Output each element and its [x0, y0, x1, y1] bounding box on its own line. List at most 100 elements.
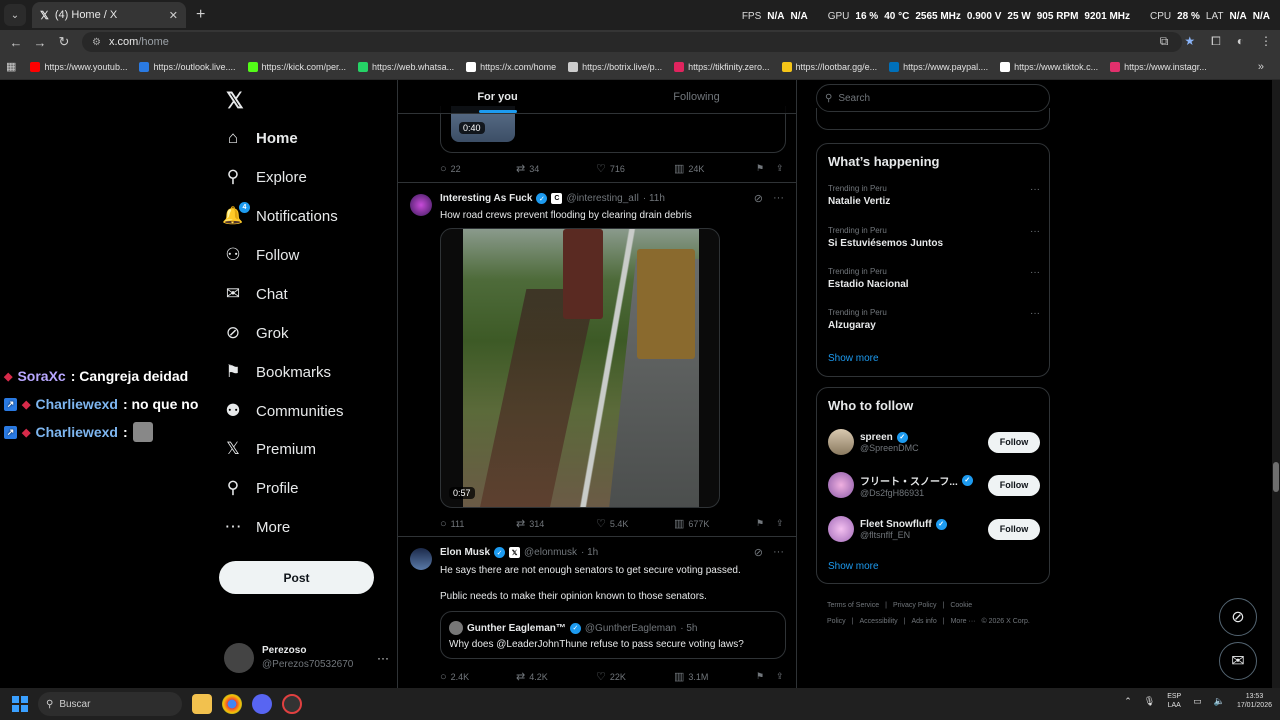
more-icon[interactable]: ··· — [1030, 226, 1040, 237]
bookmark-item[interactable]: https://tikfinity.zero... — [674, 61, 770, 72]
follow-button[interactable]: Follow — [988, 518, 1040, 540]
tweet[interactable]: Interesting As Fuck ✓ C @interesting_aIl… — [398, 182, 796, 536]
avatar[interactable] — [828, 472, 854, 498]
like-button[interactable]: ♡ 5.4K — [596, 517, 674, 530]
nav-item-more[interactable]: ⋯ More — [222, 514, 291, 540]
extensions-icon[interactable]: ⧠ — [1211, 34, 1221, 49]
tab-following[interactable]: Following — [597, 80, 796, 113]
profile-icon[interactable]: ◐ — [1237, 34, 1244, 49]
post-button[interactable]: Post — [219, 561, 374, 594]
timestamp[interactable]: · 1h — [581, 547, 598, 558]
scrollbar-thumb[interactable] — [1273, 462, 1279, 492]
nav-item-communities[interactable]: ⚉ Communities — [222, 398, 343, 424]
avatar[interactable] — [410, 194, 432, 216]
timestamp[interactable]: · 11h — [643, 193, 665, 204]
bookmark-item[interactable]: https://lootbar.gg/e... — [781, 61, 877, 72]
nav-item-chat[interactable]: ✉ Chat — [222, 281, 288, 307]
trend-item[interactable]: Trending in Peru Alzugaray ··· — [828, 308, 1040, 331]
reply-button[interactable]: ○ 2.4K — [440, 671, 516, 683]
clock[interactable]: 13:53 17/01/2026 — [1237, 692, 1272, 710]
tweet-video[interactable]: 0:57 — [440, 228, 720, 508]
grok-icon[interactable]: ⊘ — [754, 192, 763, 205]
bookmark-item[interactable]: https://kick.com/per... — [247, 61, 346, 72]
volume-icon[interactable]: 🔈 — [1214, 696, 1225, 707]
like-button[interactable]: ♡ 716 — [596, 162, 674, 175]
more-icon[interactable]: ··· — [1030, 184, 1040, 195]
show-more-link[interactable]: Show more — [828, 353, 879, 364]
follow-button[interactable]: Follow — [988, 474, 1040, 496]
search-input[interactable]: ⚲ Search — [816, 84, 1050, 112]
reply-button[interactable]: ○ 111 — [440, 518, 516, 530]
forward-icon[interactable]: → — [28, 35, 52, 50]
tab-search-button[interactable]: ⌄ — [4, 4, 26, 26]
nav-item-grok[interactable]: ⊘ Grok — [222, 320, 289, 346]
reply-button[interactable]: ○ 22 — [440, 163, 516, 175]
avatar[interactable] — [828, 429, 854, 455]
bookmark-star-icon[interactable]: ★ — [1184, 34, 1195, 49]
follow-suggestion[interactable]: Fleet Snowfluff ✓ @fltsnflf_EN Follow — [828, 514, 1040, 544]
reload-icon[interactable]: ↻ — [52, 34, 76, 50]
back-icon[interactable]: ← — [4, 35, 28, 50]
bookmark-icon[interactable]: ⚑ — [756, 518, 776, 529]
share-icon[interactable]: ⇪ — [776, 671, 784, 682]
trend-item[interactable]: Trending in Peru Natalie Vertiz ··· — [828, 184, 1040, 207]
author-handle[interactable]: @interesting_aIl — [566, 193, 638, 204]
footer-link[interactable]: Ads info — [911, 618, 936, 625]
nav-item-explore[interactable]: ⚲ Explore — [222, 164, 307, 190]
nav-item-premium[interactable]: 𝕏 Premium — [222, 436, 316, 462]
footer-link[interactable]: More ··· — [951, 618, 976, 625]
avatar[interactable] — [410, 548, 432, 570]
footer-link[interactable]: © 2026 X Corp. — [981, 618, 1029, 625]
like-button[interactable]: ♡ 22K — [596, 670, 674, 683]
footer-link[interactable]: Accessibility — [860, 618, 898, 625]
nav-item-home[interactable]: ⌂ Home — [222, 125, 298, 151]
menu-icon[interactable]: ⋮ — [1260, 34, 1272, 49]
bookmark-item[interactable]: https://web.whatsa... — [358, 61, 454, 72]
new-tab-button[interactable]: + — [196, 6, 205, 24]
bookmark-icon[interactable]: ⚑ — [756, 671, 776, 682]
discord-icon[interactable] — [252, 694, 272, 714]
trend-item[interactable]: Trending in Peru Si Estuviésemos Juntos ··… — [828, 226, 1040, 249]
chevron-up-icon[interactable]: ⌃ — [1124, 696, 1132, 707]
footer-link[interactable]: Privacy Policy — [893, 602, 937, 609]
mic-icon[interactable]: 🎙 — [1144, 696, 1155, 707]
bookmark-icon[interactable]: ⚑ — [756, 163, 776, 174]
grok-icon[interactable]: ⊘ — [754, 546, 763, 559]
nav-item-notifications[interactable]: 🔔 4 Notifications — [222, 202, 338, 229]
close-tab-icon[interactable]: ✕ — [169, 9, 178, 22]
follow-button[interactable]: Follow — [988, 431, 1040, 453]
more-icon[interactable]: ··· — [1030, 308, 1040, 319]
nav-item-profile[interactable]: ⚲ Profile — [222, 475, 299, 501]
file-explorer-icon[interactable] — [192, 694, 212, 714]
quoted-tweet[interactable]: Gunther Eagleman™ ✓ @GuntherEagleman · 5… — [440, 611, 786, 659]
network-icon[interactable]: ▭ — [1193, 696, 1202, 707]
bookmark-item[interactable]: https://www.paypal.... — [889, 61, 988, 72]
views-button[interactable]: ▥ 24K — [674, 162, 756, 175]
repost-button[interactable]: ⇄ 4.2K — [516, 670, 596, 683]
nav-item-bookmarks[interactable]: ⚑ Bookmarks — [222, 359, 331, 385]
bookmark-item[interactable]: https://www.instagr... — [1110, 61, 1207, 72]
show-more-link[interactable]: Show more — [828, 561, 879, 572]
avatar[interactable] — [828, 516, 854, 542]
footer-link[interactable]: Terms of Service — [827, 602, 879, 609]
bookmark-item[interactable]: https://botrix.live/p... — [568, 61, 662, 72]
more-icon[interactable]: ··· — [1030, 267, 1040, 278]
apps-icon[interactable]: ▦ — [6, 60, 16, 73]
repost-button[interactable]: ⇄ 34 — [516, 162, 596, 175]
url-field[interactable]: ⚙ x.com/home — [82, 32, 1182, 52]
follow-suggestion[interactable]: spreen ✓ @SpreenDMC Follow — [828, 427, 1040, 457]
x-logo-icon[interactable]: 𝕏 — [226, 88, 244, 114]
tweet[interactable]: Elon Musk ✓ 𝕏 @elonmusk · 1h ⊘ ··· He sa… — [398, 536, 796, 688]
bookmark-item[interactable]: https://x.com/home — [466, 61, 556, 72]
language-indicator[interactable]: ESP LAA — [1167, 692, 1181, 710]
install-icon[interactable]: ⧉ — [1160, 34, 1169, 49]
account-switcher[interactable]: Perezoso @Perezos70532670 ··· — [224, 640, 389, 676]
share-icon[interactable]: ⇪ — [776, 518, 784, 529]
bookmark-item[interactable]: https://www.tiktok.c... — [1000, 61, 1098, 72]
more-bookmarks-icon[interactable]: » — [1258, 61, 1264, 73]
chrome-icon[interactable] — [222, 694, 242, 714]
repost-button[interactable]: ⇄ 314 — [516, 517, 596, 530]
taskbar-search[interactable]: ⚲ Buscar — [38, 692, 182, 716]
follow-suggestion[interactable]: フリート・スノーフ... ✓ @Ds2fgH86931 Follow — [828, 470, 1040, 500]
more-icon[interactable]: ··· — [773, 192, 784, 205]
